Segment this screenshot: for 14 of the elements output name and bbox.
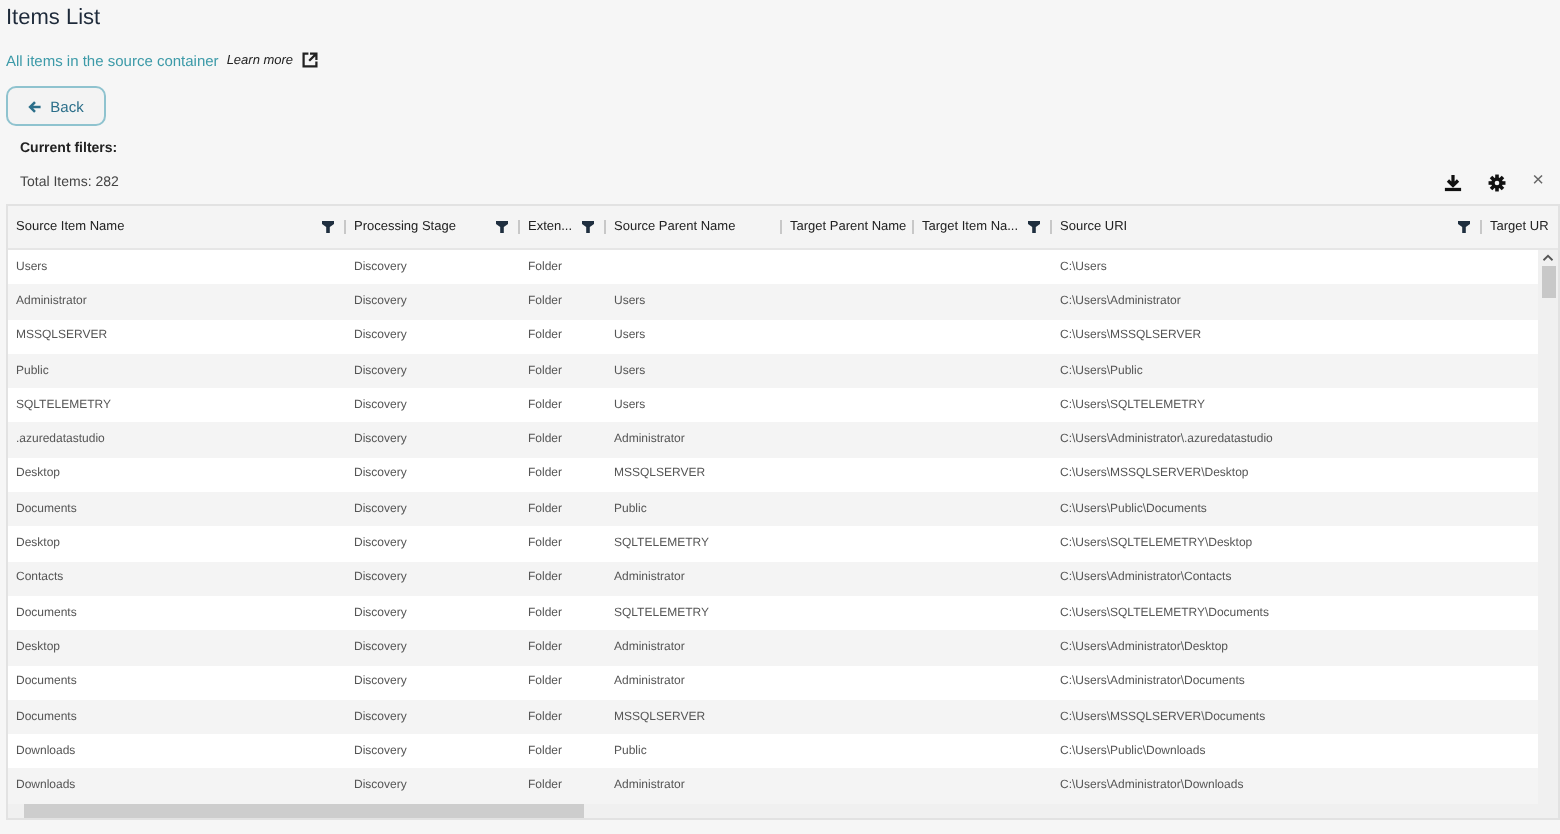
arrow-left-icon xyxy=(28,99,43,113)
scroll-up-icon[interactable] xyxy=(1542,254,1554,262)
settings-icon[interactable] xyxy=(1488,173,1507,191)
filter-icon[interactable] xyxy=(1458,220,1470,234)
filter-icon[interactable] xyxy=(322,220,334,234)
scrollbar-thumb[interactable] xyxy=(1541,266,1555,298)
download-icon[interactable] xyxy=(1444,173,1463,191)
external-link-icon[interactable] xyxy=(301,52,318,68)
page-title: Items List xyxy=(6,4,103,32)
close-button[interactable]: × xyxy=(1532,172,1544,192)
vertical-scrollbar[interactable] xyxy=(1538,250,1558,804)
filter-icon[interactable] xyxy=(1028,220,1040,234)
filter-icon[interactable] xyxy=(496,220,508,234)
filter-icon[interactable] xyxy=(582,220,594,234)
